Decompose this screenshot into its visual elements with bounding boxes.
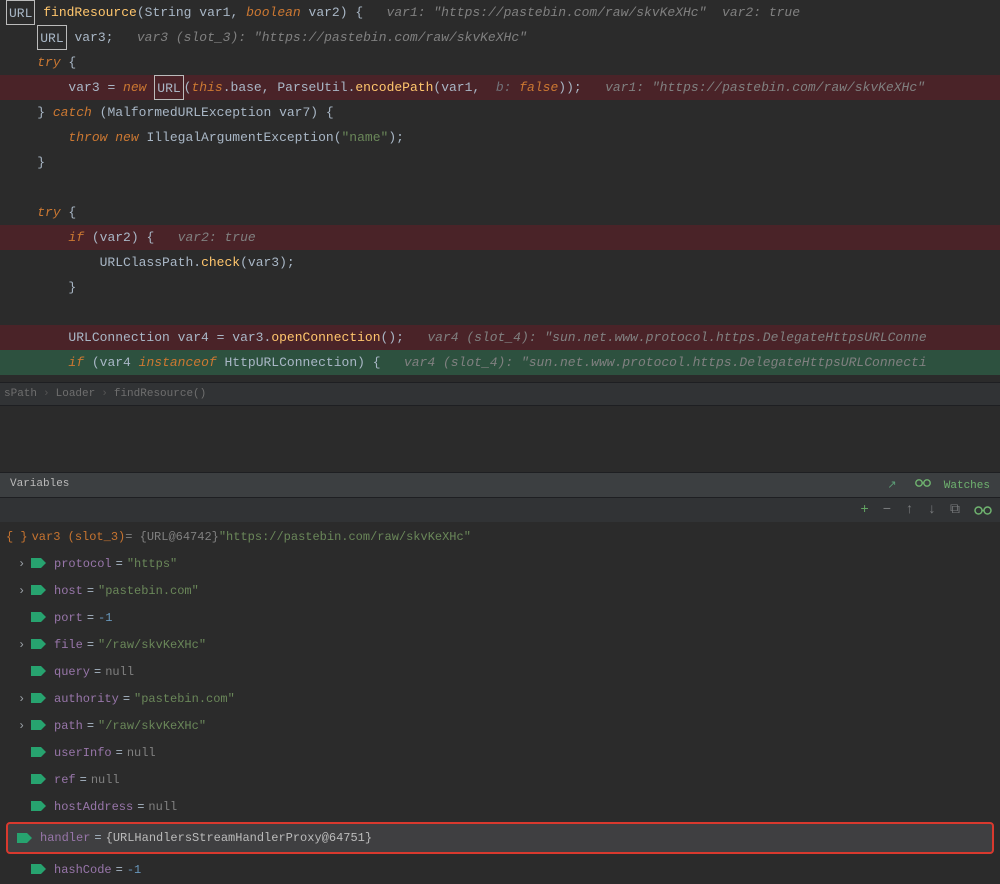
chevron-right-icon[interactable]: ›: [18, 584, 28, 598]
code-line: }: [0, 275, 1000, 300]
breadcrumb-item[interactable]: Loader: [56, 388, 96, 400]
code-line: try {: [0, 50, 1000, 75]
field-tag-icon: [30, 637, 48, 652]
variable-row[interactable]: ›file="/raw/skvKeXHc": [0, 631, 1000, 658]
copy-icon[interactable]: ⧉: [950, 502, 960, 518]
code-line-highlight: if (var2) { var2: true: [0, 225, 1000, 250]
code-line: } catch (MalformedURLException var7) {: [0, 100, 1000, 125]
code-line: [0, 175, 1000, 200]
field-tag-icon: [30, 718, 48, 733]
braces-icon: { }: [6, 530, 28, 544]
field-tag-icon: [30, 691, 48, 706]
watches-tab[interactable]: Watches: [905, 473, 1000, 497]
return-type: URL: [6, 0, 35, 25]
variable-row[interactable]: hashCode=-1: [0, 856, 1000, 883]
code-line: URLClassPath.check(var3);: [0, 250, 1000, 275]
variable-row[interactable]: userInfo=null: [0, 739, 1000, 766]
glasses-icon: [915, 478, 931, 488]
breadcrumb-item[interactable]: findResource(): [114, 388, 206, 400]
field-tag-icon: [30, 556, 48, 571]
chevron-right-icon[interactable]: ›: [18, 692, 28, 706]
variable-row[interactable]: hostAddress=null: [0, 793, 1000, 820]
variable-row[interactable]: ›protocol="https": [0, 550, 1000, 577]
field-tag-icon: [30, 772, 48, 787]
code-line: throw new IllegalArgumentException("name…: [0, 125, 1000, 150]
expand-icon[interactable]: ↗: [879, 473, 904, 497]
code-line-highlight: var3 = new URL(this.base, ParseUtil.enco…: [0, 75, 1000, 100]
chevron-right-icon[interactable]: ›: [18, 719, 28, 733]
move-down-icon[interactable]: ↓: [928, 502, 936, 518]
variable-row[interactable]: query=null: [0, 658, 1000, 685]
code-line: URL findResource(String var1, boolean va…: [0, 0, 1000, 25]
variable-row-selected[interactable]: handler={URLHandlersStreamHandlerProxy@6…: [6, 822, 994, 854]
variables-tab[interactable]: Variables: [0, 473, 79, 497]
field-tag-icon: [30, 610, 48, 625]
variable-row[interactable]: port=-1: [0, 604, 1000, 631]
variables-toolbar: + − ↑ ↓ ⧉: [0, 498, 1000, 523]
glasses-icon[interactable]: [974, 505, 992, 516]
variable-root[interactable]: { } var3 (slot_3) = {URL@64742} "https:/…: [0, 523, 1000, 550]
variable-row[interactable]: ›host="pastebin.com": [0, 577, 1000, 604]
variable-row[interactable]: ref=null: [0, 766, 1000, 793]
field-tag-icon: [30, 745, 48, 760]
variables-tree[interactable]: { } var3 (slot_3) = {URL@64742} "https:/…: [0, 523, 1000, 884]
breadcrumb-item[interactable]: sPath: [4, 388, 37, 400]
chevron-right-icon[interactable]: ›: [18, 638, 28, 652]
code-line: URL var3; var3 (slot_3): "https://pasteb…: [0, 25, 1000, 50]
code-line-current: if (var4 instanceof HttpURLConnection) {…: [0, 350, 1000, 375]
field-tag-icon: [30, 862, 48, 877]
field-tag-icon: [30, 583, 48, 598]
chevron-right-icon[interactable]: ›: [18, 557, 28, 571]
remove-watch-icon[interactable]: −: [883, 502, 891, 518]
add-watch-icon[interactable]: +: [860, 502, 868, 518]
code-editor[interactable]: URL findResource(String var1, boolean va…: [0, 0, 1000, 382]
field-tag-icon: [30, 664, 48, 679]
code-line: try {: [0, 200, 1000, 225]
field-tag-icon: [16, 831, 34, 846]
field-tag-icon: [30, 799, 48, 814]
debug-panel-header: Variables ↗ Watches: [0, 473, 1000, 498]
variable-row[interactable]: ›path="/raw/skvKeXHc": [0, 712, 1000, 739]
code-line: }: [0, 150, 1000, 175]
variable-row[interactable]: ›authority="pastebin.com": [0, 685, 1000, 712]
panel-gap: [0, 406, 1000, 473]
move-up-icon[interactable]: ↑: [905, 502, 913, 518]
code-line-highlight: URLConnection var4 = var3.openConnection…: [0, 325, 1000, 350]
code-line: [0, 300, 1000, 325]
breadcrumb[interactable]: sPath›Loader›findResource(): [0, 382, 1000, 406]
